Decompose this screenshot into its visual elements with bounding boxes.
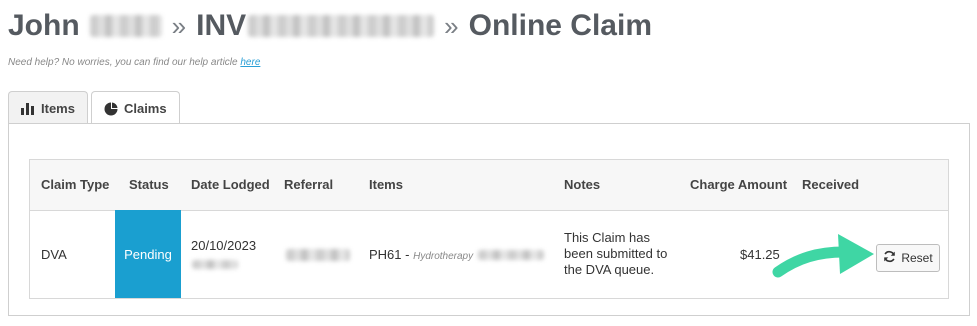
redacted-referral [286, 249, 350, 261]
pie-chart-icon [104, 102, 118, 116]
item-dash: - [401, 247, 414, 262]
reset-label: Reset [901, 251, 933, 265]
redacted-invoice-number [248, 15, 435, 37]
table-header: Claim Type Status Date Lodged Referral I… [30, 160, 948, 211]
column-header-charge-amount: Charge Amount [690, 177, 788, 192]
claim-type-cell: DVA [41, 247, 67, 262]
redacted-item-detail [478, 250, 544, 260]
patient-name: John [8, 9, 80, 42]
redacted-surname [89, 15, 162, 37]
tab-bar: Items Claims [8, 91, 180, 125]
refresh-icon [883, 250, 896, 266]
date-lodged-cell: 20/10/2023 [191, 238, 257, 253]
help-article-link[interactable]: here [240, 57, 260, 68]
tab-claims-label: Claims [123, 101, 167, 116]
column-header-status: Status [129, 177, 169, 192]
breadcrumb-separator-2: » [444, 10, 459, 41]
tab-claims[interactable]: Claims [90, 91, 180, 125]
status-badge: Pending [115, 210, 181, 298]
bar-chart-icon [21, 102, 35, 115]
column-header-claim-type: Claim Type [41, 177, 110, 192]
column-header-items: Items [369, 177, 403, 192]
column-header-date-lodged: Date Lodged [191, 177, 270, 192]
help-message: Need help? No worries, you can find our … [8, 57, 241, 68]
notes-cell: This Claim has been submitted to the DVA… [564, 230, 668, 277]
item-description: Hydrotherapy [413, 251, 474, 262]
tab-items[interactable]: Items [8, 91, 88, 124]
breadcrumb-separator: » [171, 10, 187, 41]
column-header-referral: Referral [284, 177, 334, 192]
column-header-notes: Notes [564, 177, 601, 192]
redacted-time [192, 260, 238, 269]
item-cell: PH61 - Hydrotherapy [369, 247, 473, 262]
page-title: John » INV » Online Claim [8, 6, 652, 46]
invoice-number: INV [196, 9, 247, 42]
pointer-arrow-icon [772, 234, 874, 278]
reset-button[interactable]: Reset [876, 244, 940, 272]
tab-items-label: Items [41, 100, 75, 116]
page-heading: Online Claim [468, 9, 652, 42]
item-code: PH61 [369, 247, 402, 262]
help-text: Need help? No worries, you can find our … [8, 57, 260, 68]
column-header-received: Received [802, 177, 860, 192]
